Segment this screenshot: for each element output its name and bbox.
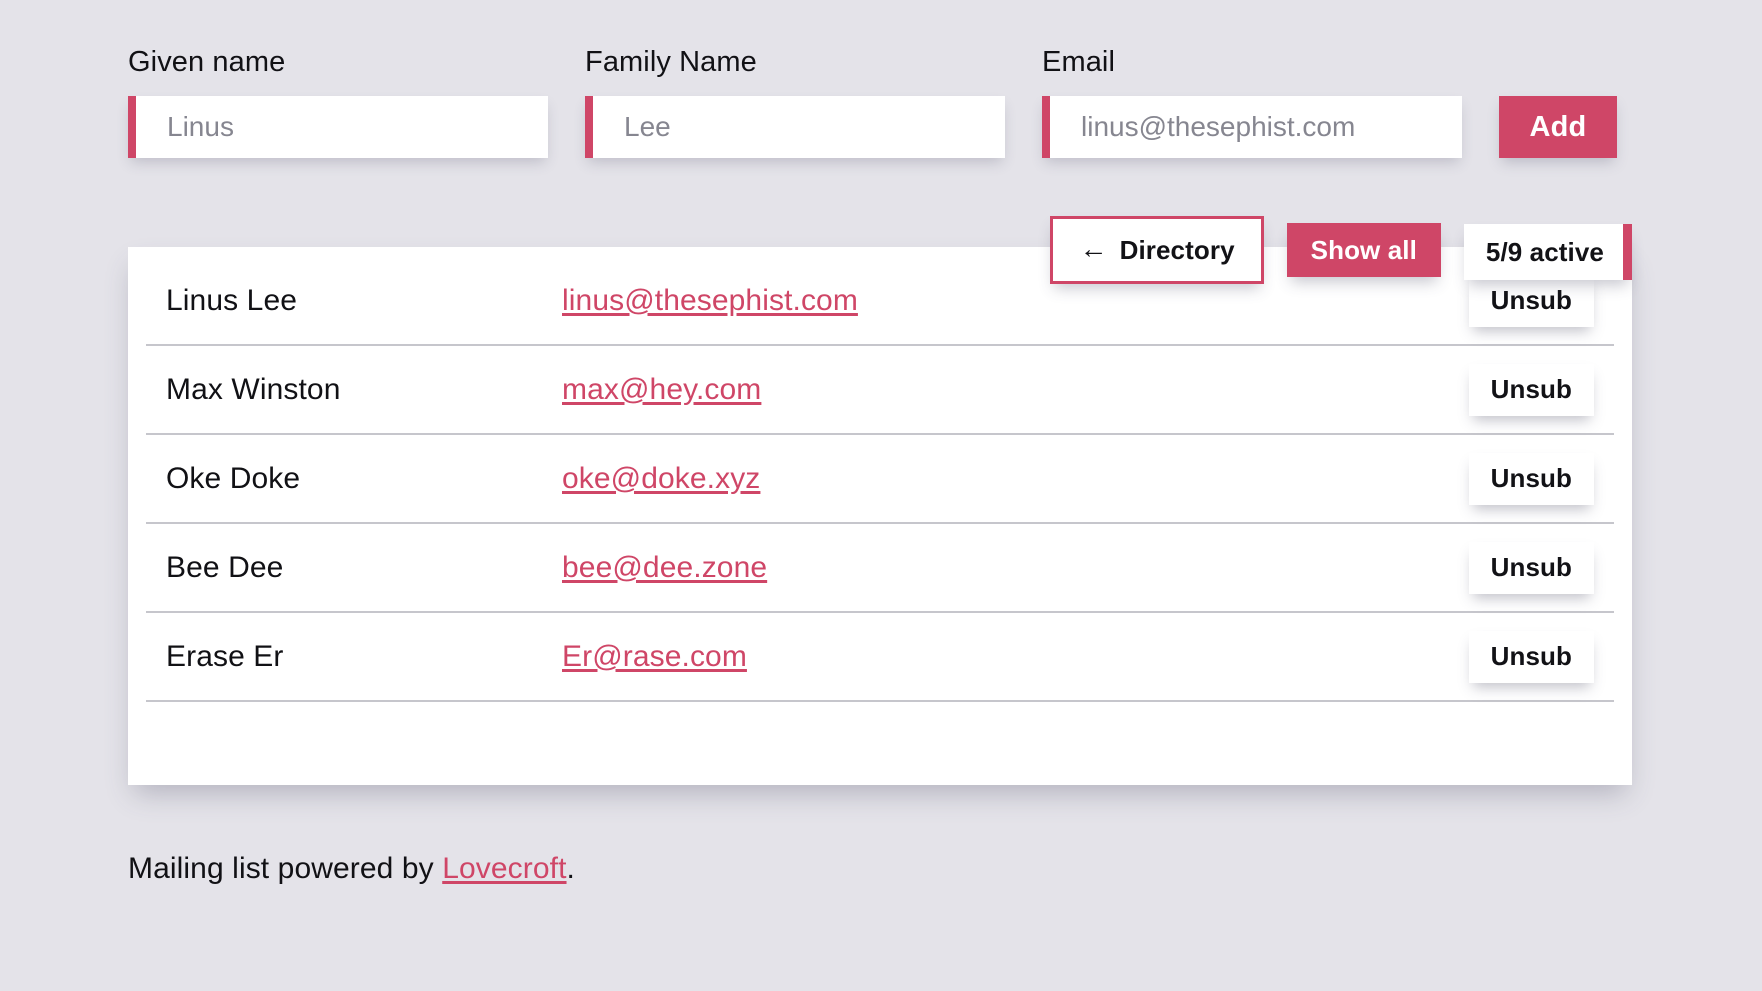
family-name-label: Family Name — [585, 46, 757, 78]
footer-prefix: Mailing list powered by — [128, 852, 443, 885]
subscriber-name: Linus Lee — [166, 283, 298, 317]
app-root: Given name Family Name Email Add ← — [0, 0, 1762, 991]
subscriber-list-card: Linus Lee linus@thesephist.com Unsub Max… — [128, 247, 1632, 785]
email-field-group: Email — [1042, 48, 1462, 158]
table-row: Oke Doke oke@doke.xyz Unsub — [146, 435, 1614, 524]
subscriber-email[interactable]: linus@thesephist.com — [562, 284, 858, 318]
family-name-field-group: Family Name — [585, 48, 1005, 158]
subscriber-email[interactable]: bee@dee.zone — [562, 551, 767, 585]
subscriber-form: Given name Family Name Email Add — [128, 48, 1632, 158]
list-controls: ← Directory Show all 5/9 active — [1050, 216, 1632, 284]
subscriber-name: Oke Doke — [166, 461, 301, 495]
active-count-badge[interactable]: 5/9 active — [1463, 224, 1632, 280]
unsub-button[interactable]: Unsub — [1468, 363, 1594, 416]
arrow-left-icon: ← — [1079, 233, 1108, 264]
family-name-input[interactable] — [593, 96, 1005, 158]
email-input-wrapper[interactable] — [1042, 96, 1462, 158]
given-name-field-group: Given name — [128, 48, 548, 158]
add-button[interactable]: Add — [1499, 96, 1617, 158]
field-accent-bar — [585, 96, 593, 158]
subscriber-email[interactable]: Er@rase.com — [562, 640, 747, 674]
subscriber-email[interactable]: max@hey.com — [562, 373, 761, 407]
given-name-label: Given name — [128, 46, 286, 78]
subscriber-name: Erase Er — [166, 639, 284, 673]
table-row: Max Winston max@hey.com Unsub — [146, 346, 1614, 435]
email-input[interactable] — [1050, 96, 1462, 158]
show-all-button[interactable]: Show all — [1286, 223, 1441, 277]
unsub-button[interactable]: Unsub — [1468, 541, 1594, 594]
family-name-input-wrapper[interactable] — [585, 96, 1005, 158]
footer-suffix: . — [566, 852, 575, 885]
footer-credit: Mailing list powered by Lovecroft. — [128, 852, 575, 886]
subscriber-name: Bee Dee — [166, 550, 284, 584]
badge-accent-bar — [1623, 224, 1632, 280]
given-name-input-wrapper[interactable] — [128, 96, 548, 158]
table-row: Bee Dee bee@dee.zone Unsub — [146, 524, 1614, 613]
directory-button-label: Directory — [1119, 234, 1235, 265]
email-label: Email — [1042, 46, 1116, 78]
given-name-input[interactable] — [136, 96, 548, 158]
field-accent-bar — [128, 96, 136, 158]
subscriber-list: Linus Lee linus@thesephist.com Unsub Max… — [146, 247, 1614, 702]
unsub-button[interactable]: Unsub — [1468, 452, 1594, 505]
subscriber-email[interactable]: oke@doke.xyz — [562, 462, 760, 496]
directory-back-button[interactable]: ← Directory — [1050, 216, 1264, 284]
lovecroft-link[interactable]: Lovecroft — [442, 852, 566, 885]
subscriber-name: Max Winston — [166, 372, 341, 406]
active-count-label: 5/9 active — [1485, 236, 1604, 267]
table-row: Erase Er Er@rase.com Unsub — [146, 613, 1614, 702]
field-accent-bar — [1042, 96, 1050, 158]
unsub-button[interactable]: Unsub — [1468, 630, 1594, 683]
